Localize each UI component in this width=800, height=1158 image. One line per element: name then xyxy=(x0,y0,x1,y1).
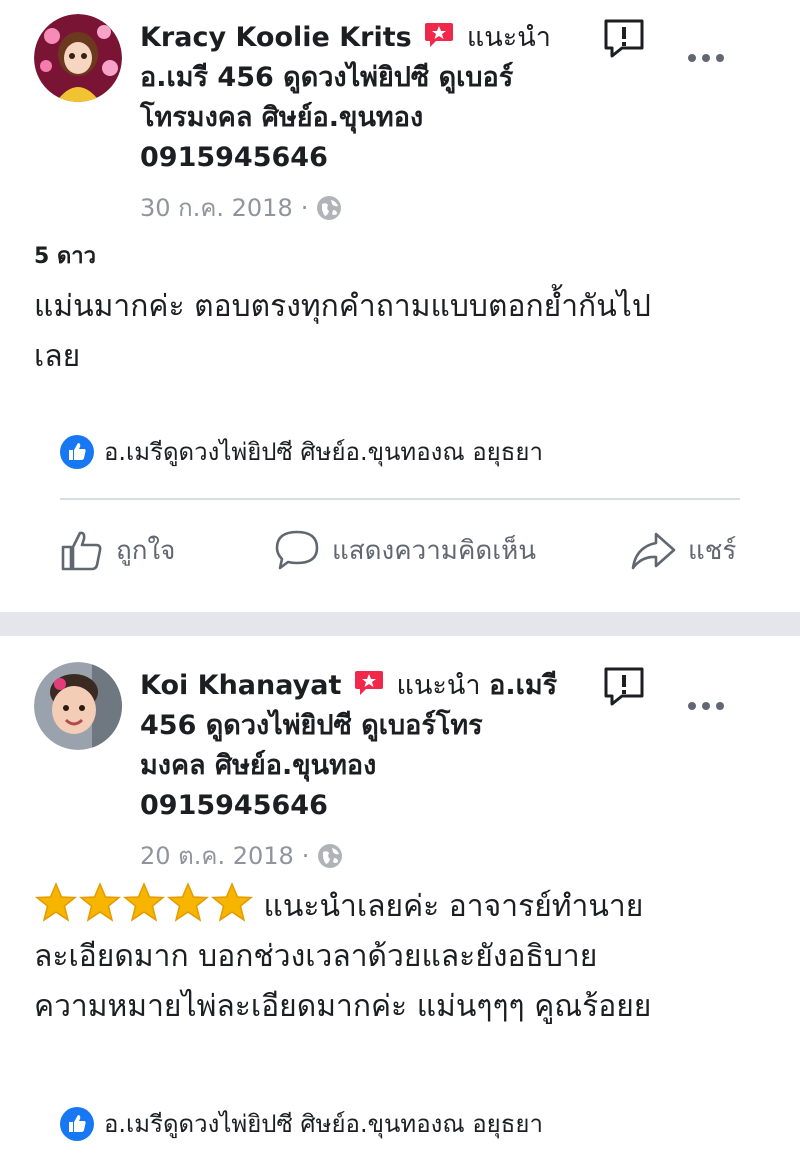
recommend-label: แนะนำ xyxy=(396,670,481,701)
author-name[interactable]: Koi Khanayat xyxy=(140,670,341,701)
business-name-line2[interactable]: โทรมงคล ศิษย์อ.ขุนทอง xyxy=(140,98,570,138)
more-options-button[interactable] xyxy=(686,48,726,68)
thumbs-up-badge-icon xyxy=(60,434,94,469)
recommend-label: แนะนำ xyxy=(466,22,551,53)
likes-summary[interactable]: อ.เมรีดูดวงไพ่ยิปซี ศิษย์อ.ขุนทองณ อยุธย… xyxy=(60,432,543,471)
like-button[interactable]: ถูกใจ xyxy=(60,528,175,572)
liked-by-text: อ.เมรีดูดวงไพ่ยิปซี ศิษย์อ.ขุนทองณ อยุธย… xyxy=(104,1110,543,1138)
share-arrow-icon xyxy=(631,532,676,570)
likes-summary[interactable]: อ.เมรีดูดวงไพ่ยิปซี ศิษย์อ.ขุนทองณ อยุธย… xyxy=(60,1104,543,1143)
business-phone[interactable]: 0915945646 xyxy=(140,138,570,178)
star-emoji-icon xyxy=(78,882,122,922)
review-line: แนะนำเลยค่ะ อาจารย์ทำนาย xyxy=(34,882,774,932)
report-exclamation-icon xyxy=(604,19,644,58)
post-meta: 30 ก.ค. 2018 · xyxy=(140,188,342,227)
review-line-text: แนะนำเลยค่ะ อาจารย์ทำนาย xyxy=(263,889,644,924)
star-rating: 5 ดาว xyxy=(34,244,96,269)
more-options-button[interactable] xyxy=(686,696,726,716)
star-emoji-icon xyxy=(166,882,210,922)
speech-bubble-icon xyxy=(275,530,319,570)
review-line: ความหมายไพ่ละเอียดมากค่ะ แม่นๆๆๆ คูณร้อย… xyxy=(34,989,652,1024)
share-button[interactable]: แชร์ xyxy=(630,528,736,572)
star-emoji-icon xyxy=(122,882,166,922)
business-phone[interactable]: 0915945646 xyxy=(140,786,570,826)
business-name[interactable]: อ.เมรี xyxy=(489,670,557,701)
review-card-2: Koi Khanayat แนะนำ อ.เมรี 456 ดูดวงไพ่ยิ… xyxy=(0,636,800,1158)
business-name[interactable]: อ.เมรี 456 ดูดวงไพ่ยิปซี ดูเบอร์ xyxy=(140,58,570,98)
post-date[interactable]: 20 ต.ค. 2018 xyxy=(140,836,294,875)
comment-label: แสดงความคิดเห็น xyxy=(332,535,537,566)
review-line: ละเอียดมาก บอกช่วงเวลาด้วยและยังอธิบาย xyxy=(34,939,598,974)
thumbs-up-badge-icon xyxy=(60,1106,94,1141)
star-emoji-icon xyxy=(34,882,78,922)
recommend-star-badge-icon xyxy=(424,21,454,49)
like-label: ถูกใจ xyxy=(116,535,176,566)
meta-dot: · xyxy=(300,193,309,222)
star-emoji-icon xyxy=(210,882,254,922)
review-header: Kracy Koolie Krits แนะนำ อ.เมรี 456 ดูดว… xyxy=(140,18,570,178)
post-meta: 20 ต.ค. 2018 · xyxy=(140,836,343,875)
globe-icon xyxy=(317,195,342,220)
meta-dot: · xyxy=(301,841,310,870)
report-button[interactable] xyxy=(602,666,646,706)
comment-button[interactable]: แสดงความคิดเห็น xyxy=(274,528,536,572)
thumbs-up-icon xyxy=(61,531,102,571)
review-card-1: Kracy Koolie Krits แนะนำ อ.เมรี 456 ดูดว… xyxy=(0,0,800,612)
avatar[interactable] xyxy=(34,662,122,750)
star-emoji-row xyxy=(34,882,264,924)
more-options-icon xyxy=(688,702,724,710)
globe-icon xyxy=(318,843,343,868)
more-options-icon xyxy=(688,54,724,62)
review-header: Koi Khanayat แนะนำ อ.เมรี 456 ดูดวงไพ่ยิ… xyxy=(140,666,570,826)
liked-by-text: อ.เมรีดูดวงไพ่ยิปซี ศิษย์อ.ขุนทองณ อยุธย… xyxy=(104,438,543,466)
business-name-line2[interactable]: 456 ดูดวงไพ่ยิปซี ดูเบอร์โทร xyxy=(140,706,570,746)
business-name-line3[interactable]: มงคล ศิษย์อ.ขุนทอง xyxy=(140,746,570,786)
divider xyxy=(60,498,740,500)
avatar[interactable] xyxy=(34,14,122,102)
review-line: แม่นมากค่ะ ตอบตรงทุกคำถามแบบตอกย้ำกันไป xyxy=(34,289,651,324)
author-name[interactable]: Kracy Koolie Krits xyxy=(140,22,412,53)
recommend-star-badge-icon xyxy=(354,669,384,697)
report-button[interactable] xyxy=(602,18,646,58)
report-exclamation-icon xyxy=(604,667,644,706)
review-line: เลย xyxy=(34,339,81,374)
feed-separator xyxy=(0,612,800,636)
review-text: แนะนำเลยค่ะ อาจารย์ทำนาย ละเอียดมาก บอกช… xyxy=(34,882,774,1032)
share-label: แชร์ xyxy=(688,535,737,566)
post-date[interactable]: 30 ก.ค. 2018 xyxy=(140,188,293,227)
review-text: แม่นมากค่ะ ตอบตรงทุกคำถามแบบตอกย้ำกันไป … xyxy=(34,282,774,382)
